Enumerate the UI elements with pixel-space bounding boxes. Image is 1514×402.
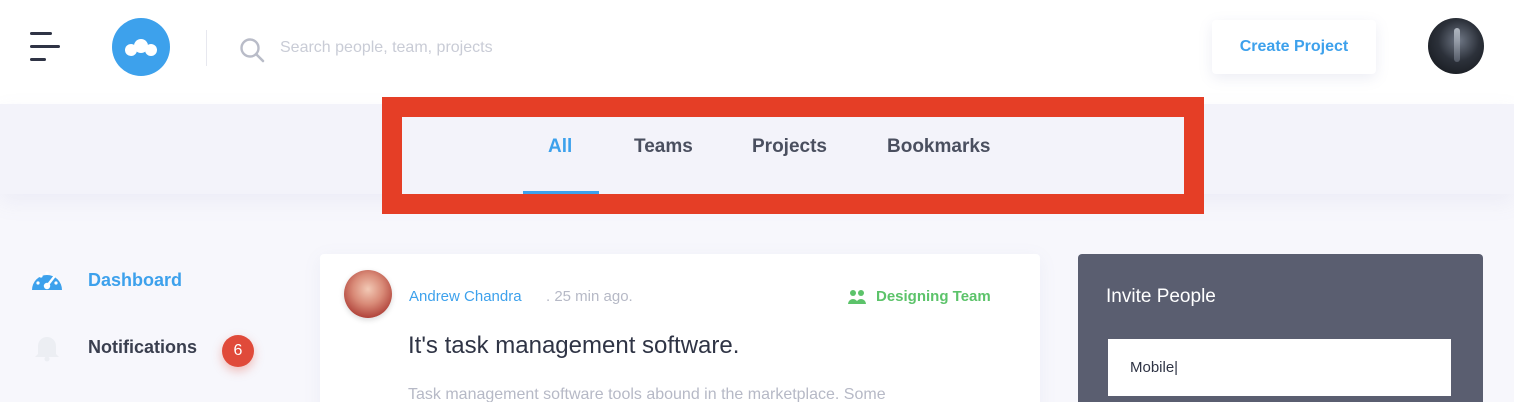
post-body: Task management software tools abound in…	[408, 386, 886, 402]
bell-icon	[35, 337, 59, 362]
dashboard-icon	[32, 271, 62, 290]
create-project-button[interactable]: Create Project	[1212, 20, 1376, 74]
post-card	[320, 254, 1040, 402]
search-icon[interactable]	[238, 36, 266, 64]
tab-projects[interactable]: Projects	[752, 136, 827, 162]
invite-input[interactable]	[1108, 339, 1451, 396]
invite-title: Invite People	[1106, 286, 1216, 307]
tab-teams[interactable]: Teams	[634, 136, 693, 162]
author-avatar[interactable]	[344, 270, 392, 318]
post-title: It's task management software.	[408, 332, 740, 359]
post-author-link[interactable]: Andrew Chandra	[409, 288, 522, 305]
header-divider	[206, 30, 207, 66]
active-tab-indicator	[523, 191, 599, 194]
logo-mark-icon	[125, 39, 157, 56]
post-team-link[interactable]: Designing Team	[876, 288, 991, 305]
sidebar-item-dashboard[interactable]: Dashboard	[88, 270, 182, 291]
search-input[interactable]	[280, 34, 660, 62]
tab-bookmarks[interactable]: Bookmarks	[887, 136, 991, 162]
user-avatar[interactable]	[1428, 18, 1484, 74]
team-icon	[848, 290, 866, 304]
tab-all[interactable]: All	[548, 136, 572, 162]
notification-count-badge: 6	[222, 335, 254, 367]
sidebar-item-notifications[interactable]: Notifications	[88, 337, 197, 358]
post-time: . 25 min ago.	[546, 288, 633, 305]
app-logo[interactable]	[112, 18, 170, 76]
menu-icon[interactable]	[30, 30, 62, 64]
top-header: Create Project	[0, 0, 1514, 104]
